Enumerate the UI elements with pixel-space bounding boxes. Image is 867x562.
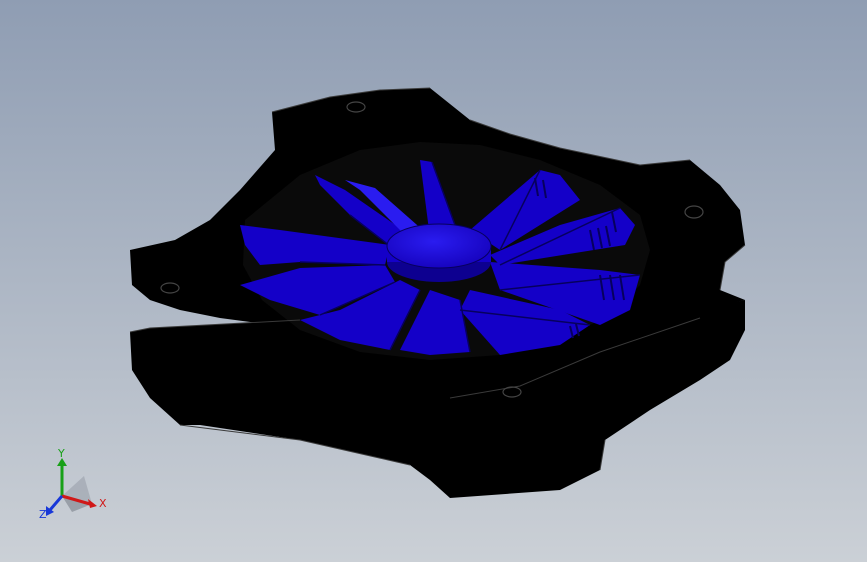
- triad-z-axis: [48, 495, 64, 511]
- triad-x-arrow: [88, 499, 97, 508]
- graphics-viewport[interactable]: Y X Z: [0, 0, 867, 562]
- fan-hub-top: [386, 223, 492, 269]
- fan-model-3d-view[interactable]: [0, 0, 867, 562]
- triad-y-label: Y: [57, 447, 65, 460]
- orientation-triad[interactable]: Y X Z: [34, 446, 114, 526]
- triad-x-label: X: [99, 497, 107, 510]
- triad-z-label: Z: [39, 508, 47, 521]
